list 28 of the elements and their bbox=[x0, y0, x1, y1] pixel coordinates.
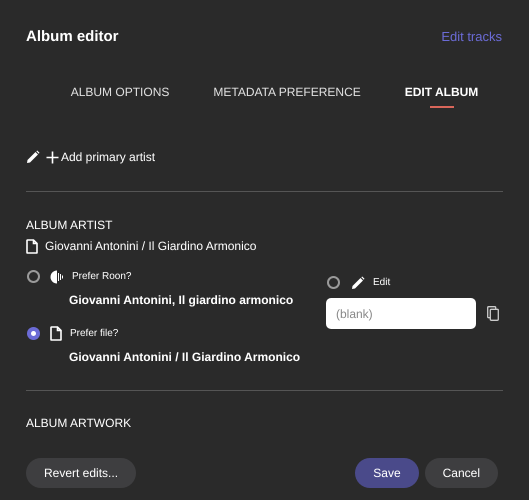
half-circle-icon bbox=[50, 270, 64, 284]
secondary-button[interactable]: Cancel bbox=[424, 458, 498, 488]
radio-button[interactable] bbox=[27, 327, 40, 340]
section-heading: ALBUM ARTWORK bbox=[26, 415, 132, 432]
tab-indicator bbox=[430, 106, 454, 108]
pencil-icon[interactable] bbox=[351, 276, 365, 290]
option-value: Giovanni Antonini / Il Giardino Armonico bbox=[69, 349, 300, 366]
radio-button[interactable] bbox=[27, 270, 40, 283]
dialog-title: Album editor bbox=[26, 26, 118, 47]
option-label: Prefer Roon? bbox=[72, 270, 132, 284]
tab[interactable]: EDIT ALBUM bbox=[404, 80, 478, 104]
add-primary-artist-button[interactable]: Add primary artist bbox=[46, 148, 156, 166]
plus-icon bbox=[46, 150, 59, 164]
primary-button[interactable]: Save bbox=[355, 458, 419, 488]
option-label: Edit bbox=[373, 276, 390, 290]
secondary-button[interactable]: Revert edits... bbox=[26, 458, 136, 488]
pencil-icon[interactable] bbox=[26, 150, 40, 164]
option-label: Prefer file? bbox=[70, 327, 118, 341]
tab[interactable]: METADATA PREFERENCE bbox=[213, 80, 361, 104]
tab[interactable]: ALBUM OPTIONS bbox=[70, 80, 170, 104]
document-icon bbox=[50, 326, 62, 341]
document-icon bbox=[26, 238, 38, 254]
option-value: Giovanni Antonini, Il giardino armonico bbox=[69, 292, 294, 309]
album-artist-value: Giovanni Antonini / Il Giardino Armonico bbox=[45, 238, 256, 255]
input-field[interactable]: (blank) bbox=[326, 298, 476, 329]
copy-icon[interactable] bbox=[487, 306, 499, 321]
radio-button[interactable] bbox=[327, 276, 340, 289]
section-heading: ALBUM ARTIST bbox=[26, 217, 114, 234]
